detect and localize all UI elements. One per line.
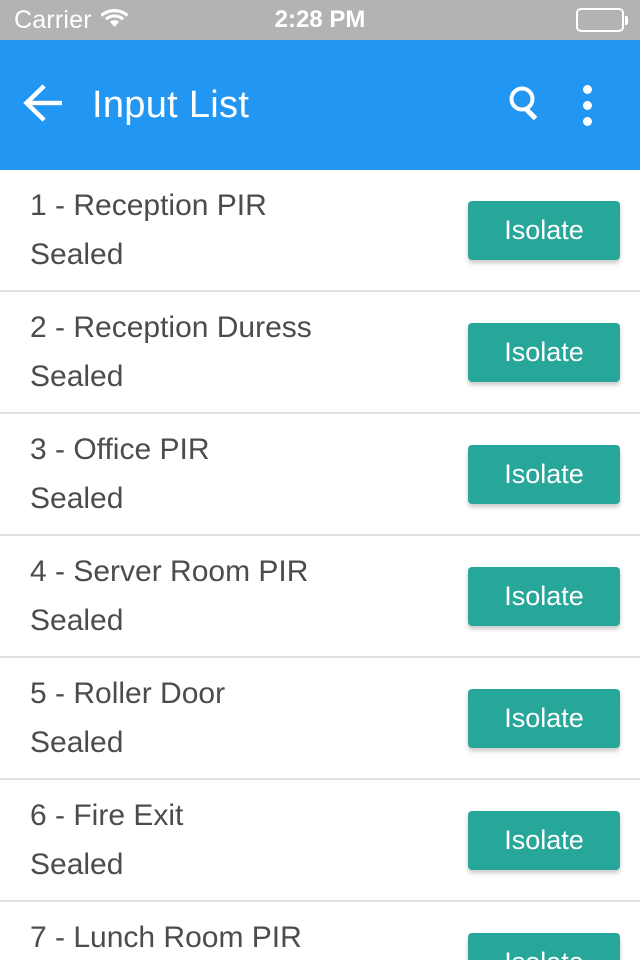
table-row[interactable]: 5 - Roller Door Sealed Isolate <box>0 658 640 780</box>
input-status: Sealed <box>30 847 124 881</box>
row-text: 7 - Lunch Room PIR Sealed <box>30 923 468 960</box>
table-row[interactable]: 3 - Office PIR Sealed Isolate <box>0 414 640 536</box>
table-row[interactable]: 1 - Reception PIR Sealed Isolate <box>0 170 640 292</box>
input-name: 7 - Lunch Room PIR <box>30 922 302 953</box>
isolate-button[interactable]: Isolate <box>468 200 620 260</box>
input-name: 6 - Fire Exit <box>30 800 184 831</box>
input-name: 4 - Server Room PIR <box>30 556 309 587</box>
phone-screen: Carrier 2:28 PM Input List 1 - Reception… <box>0 0 640 960</box>
search-icon <box>505 83 545 128</box>
carrier-label: Carrier <box>14 5 92 34</box>
status-bar-left: Carrier <box>0 5 129 34</box>
input-status: Sealed <box>30 237 124 271</box>
status-bar: Carrier 2:28 PM <box>0 0 640 40</box>
row-text: 6 - Fire Exit Sealed <box>30 801 468 880</box>
input-status: Sealed <box>30 359 124 393</box>
input-name: 1 - Reception PIR <box>30 190 267 221</box>
input-name: 5 - Roller Door <box>30 678 226 709</box>
table-row[interactable]: 2 - Reception Duress Sealed Isolate <box>0 292 640 414</box>
row-text: 1 - Reception PIR Sealed <box>30 191 468 270</box>
input-status: Sealed <box>30 603 124 637</box>
row-text: 3 - Office PIR Sealed <box>30 435 468 514</box>
row-text: 4 - Server Room PIR Sealed <box>30 557 468 636</box>
isolate-button[interactable]: Isolate <box>468 566 620 626</box>
battery-icon <box>576 8 628 32</box>
app-bar: Input List <box>0 40 640 170</box>
arrow-left-icon <box>22 83 68 127</box>
wifi-icon <box>99 8 129 33</box>
more-vertical-icon <box>582 84 592 126</box>
input-status: Sealed <box>30 481 124 515</box>
isolate-button[interactable]: Isolate <box>468 444 620 504</box>
overflow-menu-button[interactable] <box>556 74 618 136</box>
row-text: 2 - Reception Duress Sealed <box>30 313 468 392</box>
isolate-button[interactable]: Isolate <box>468 932 620 960</box>
row-text: 5 - Roller Door Sealed <box>30 679 468 758</box>
status-bar-right <box>576 0 628 40</box>
table-row[interactable]: 4 - Server Room PIR Sealed Isolate <box>0 536 640 658</box>
back-button[interactable] <box>14 74 76 136</box>
search-button[interactable] <box>494 74 556 136</box>
isolate-button[interactable]: Isolate <box>468 810 620 870</box>
table-row[interactable]: 6 - Fire Exit Sealed Isolate <box>0 780 640 902</box>
isolate-button[interactable]: Isolate <box>468 688 620 748</box>
input-name: 2 - Reception Duress <box>30 312 312 343</box>
page-title: Input List <box>92 84 250 126</box>
input-list[interactable]: 1 - Reception PIR Sealed Isolate 2 - Rec… <box>0 170 640 960</box>
input-status: Sealed <box>30 725 124 759</box>
table-row[interactable]: 7 - Lunch Room PIR Sealed Isolate <box>0 902 640 960</box>
isolate-button[interactable]: Isolate <box>468 322 620 382</box>
input-name: 3 - Office PIR <box>30 434 210 465</box>
